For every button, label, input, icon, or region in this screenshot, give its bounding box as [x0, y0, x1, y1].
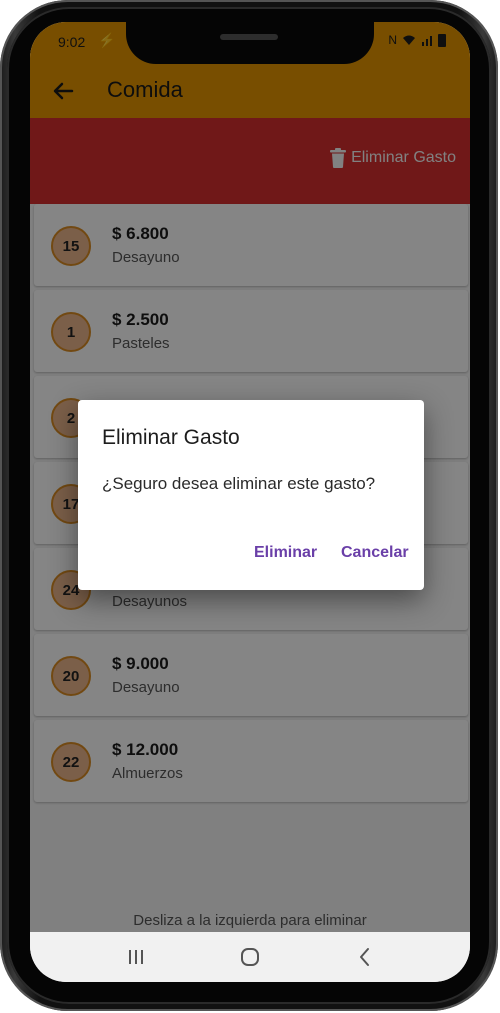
confirm-delete-dialog: Eliminar Gasto ¿Seguro desea eliminar es…	[78, 400, 424, 590]
home-icon[interactable]	[237, 944, 263, 970]
dialog-title: Eliminar Gasto	[102, 426, 240, 449]
device-screen: 9:02 ⚡ N Comida Eliminar Gasto 15 $ 6.80…	[30, 22, 470, 982]
recent-apps-icon[interactable]	[123, 944, 149, 970]
speaker-grille	[220, 34, 278, 40]
confirm-delete-button[interactable]: Eliminar	[254, 544, 317, 562]
back-nav-icon[interactable]	[352, 944, 378, 970]
dialog-message: ¿Seguro desea eliminar este gasto?	[102, 474, 376, 493]
cancel-button[interactable]: Cancelar	[341, 544, 409, 562]
camera-notch	[126, 22, 374, 64]
system-nav-bar	[30, 932, 470, 982]
